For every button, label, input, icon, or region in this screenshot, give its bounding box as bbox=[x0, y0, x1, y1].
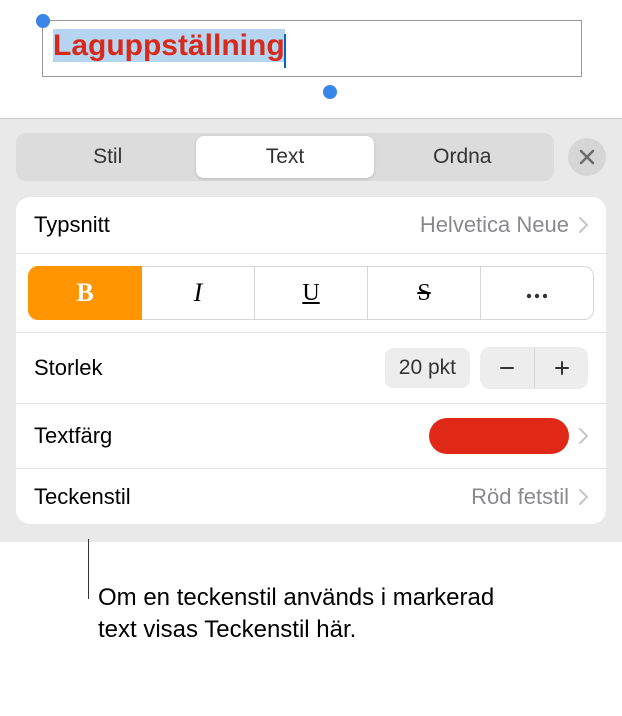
chevron-right-icon bbox=[579, 428, 588, 444]
italic-icon: I bbox=[194, 278, 203, 308]
underline-button[interactable]: U bbox=[255, 266, 368, 320]
text-color-row[interactable]: Textfärg bbox=[16, 403, 606, 468]
chevron-right-icon bbox=[579, 489, 588, 505]
size-increase-button[interactable] bbox=[534, 347, 588, 389]
size-decrease-button[interactable] bbox=[480, 347, 534, 389]
tab-row: Stil Text Ordna bbox=[16, 133, 606, 181]
character-style-value: Röd fetstil bbox=[471, 484, 569, 510]
text-box[interactable]: Laguppställning bbox=[42, 20, 582, 77]
color-swatch[interactable] bbox=[429, 418, 569, 454]
font-value-container: Helvetica Neue bbox=[420, 212, 588, 238]
character-style-row[interactable]: Teckenstil Röd fetstil bbox=[16, 468, 606, 524]
close-icon bbox=[579, 149, 595, 165]
tab-arrange[interactable]: Ordna bbox=[374, 136, 551, 178]
underline-icon: U bbox=[302, 280, 319, 307]
strikethrough-icon: S bbox=[417, 280, 430, 307]
selected-text[interactable]: Laguppställning bbox=[53, 29, 285, 62]
text-color-label: Textfärg bbox=[34, 423, 112, 449]
font-label: Typsnitt bbox=[34, 212, 110, 238]
text-cursor bbox=[284, 34, 286, 68]
minus-icon bbox=[497, 358, 517, 378]
plus-icon bbox=[552, 358, 572, 378]
more-icon bbox=[525, 279, 549, 307]
format-card: Typsnitt Helvetica Neue B I U S bbox=[16, 197, 606, 524]
size-row: Storlek 20 pkt bbox=[16, 332, 606, 403]
selection-handle-top[interactable] bbox=[36, 14, 50, 28]
character-style-value-container: Röd fetstil bbox=[471, 484, 588, 510]
italic-button[interactable]: I bbox=[142, 266, 255, 320]
size-stepper bbox=[480, 347, 588, 389]
segmented-control: Stil Text Ordna bbox=[16, 133, 554, 181]
selection-handle-bottom[interactable] bbox=[323, 85, 337, 99]
close-button[interactable] bbox=[568, 138, 606, 176]
font-value: Helvetica Neue bbox=[420, 212, 569, 238]
bold-button[interactable]: B bbox=[28, 266, 142, 320]
size-label: Storlek bbox=[34, 355, 102, 381]
text-style-row: B I U S bbox=[16, 253, 606, 332]
callout-text: Om en teckenstil används i markerad text… bbox=[98, 582, 538, 647]
size-controls: 20 pkt bbox=[385, 347, 588, 389]
callout-line bbox=[88, 539, 89, 599]
tab-text[interactable]: Text bbox=[196, 136, 373, 178]
size-value[interactable]: 20 pkt bbox=[385, 348, 470, 388]
format-panel: Stil Text Ordna Typsnitt Helvetica Neue … bbox=[0, 118, 622, 542]
strikethrough-button[interactable]: S bbox=[368, 266, 481, 320]
callout: Om en teckenstil används i markerad text… bbox=[98, 582, 538, 647]
tab-style[interactable]: Stil bbox=[19, 136, 196, 178]
bold-icon: B bbox=[76, 278, 93, 308]
chevron-right-icon bbox=[579, 217, 588, 233]
more-styles-button[interactable] bbox=[481, 266, 594, 320]
character-style-label: Teckenstil bbox=[34, 484, 131, 510]
text-color-value-container bbox=[429, 418, 588, 454]
text-box-container: Laguppställning bbox=[42, 20, 582, 77]
font-row[interactable]: Typsnitt Helvetica Neue bbox=[16, 197, 606, 253]
